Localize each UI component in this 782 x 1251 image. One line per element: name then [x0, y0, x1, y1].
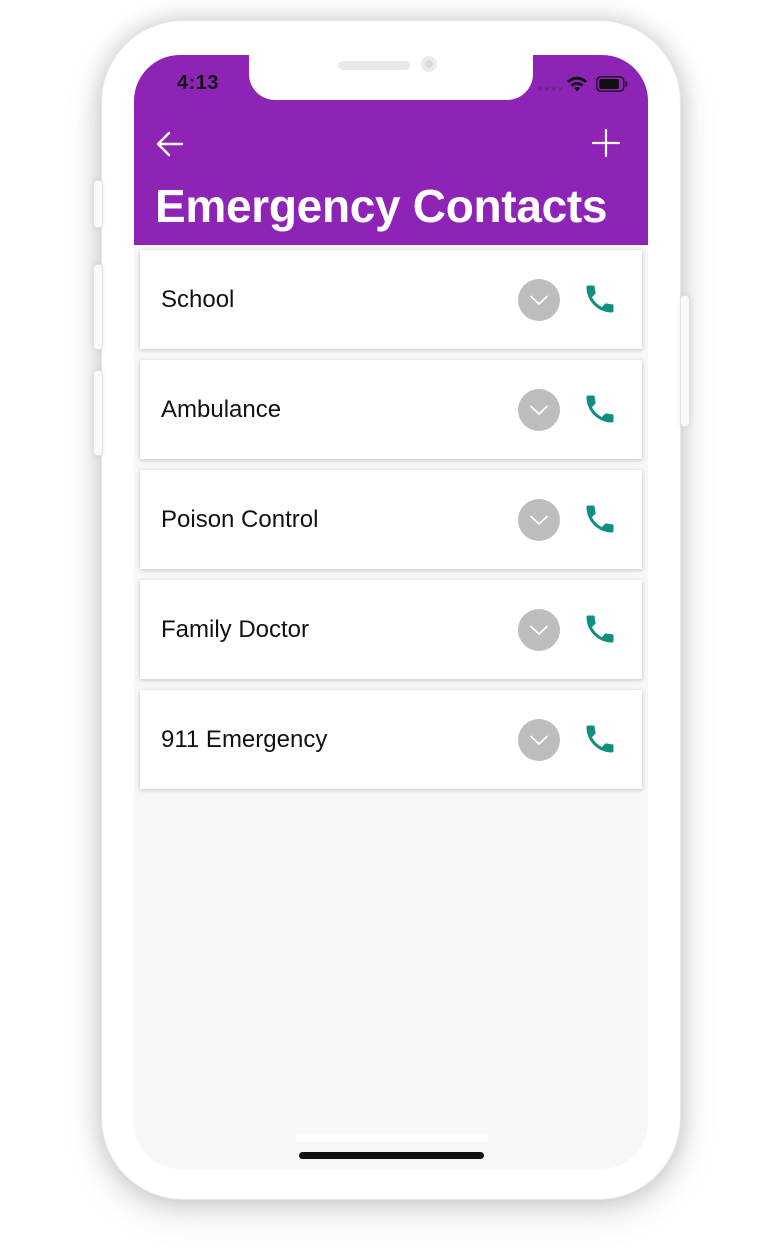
expand-button[interactable] — [518, 719, 560, 761]
wifi-icon — [567, 76, 587, 92]
chevron-down-icon — [530, 295, 548, 305]
contact-label: 911 Emergency — [161, 725, 328, 753]
power-button — [680, 295, 690, 427]
contact-card-ambulance[interactable]: Ambulance — [140, 360, 642, 459]
contact-card-school[interactable]: School — [140, 250, 642, 349]
app-screen: 4:13 Emergency Contacts School Ambulance… — [134, 55, 648, 1169]
contact-card-family-doctor[interactable]: Family Doctor — [140, 580, 642, 679]
phone-icon[interactable] — [582, 281, 618, 317]
phone-icon[interactable] — [582, 391, 618, 427]
contact-label: School — [161, 285, 235, 313]
expand-button[interactable] — [518, 389, 560, 431]
battery-icon — [596, 76, 628, 92]
plus-icon[interactable] — [590, 127, 622, 159]
status-time: 4:13 — [177, 72, 220, 94]
chevron-down-icon — [530, 515, 548, 525]
volume-up-button — [93, 264, 103, 350]
volume-down-button — [93, 370, 103, 456]
contact-label: Family Doctor — [161, 615, 310, 643]
expand-button[interactable] — [518, 499, 560, 541]
phone-icon[interactable] — [582, 611, 618, 647]
tab-bar-remnant — [296, 1134, 488, 1142]
phone-icon[interactable] — [582, 501, 618, 537]
page-title: Emergency Contacts — [155, 180, 608, 232]
chevron-down-icon — [530, 735, 548, 745]
arrow-left-icon[interactable] — [154, 128, 186, 160]
mute-switch — [93, 180, 103, 228]
contact-label: Poison Control — [161, 505, 319, 533]
expand-button[interactable] — [518, 279, 560, 321]
speaker — [338, 61, 410, 70]
app-header: 4:13 Emergency Contacts — [134, 55, 648, 245]
chevron-down-icon — [530, 405, 548, 415]
chevron-down-icon — [530, 625, 548, 635]
signal-icon — [538, 87, 563, 91]
expand-button[interactable] — [518, 609, 560, 651]
contact-label: Ambulance — [161, 395, 282, 423]
phone-icon[interactable] — [582, 721, 618, 757]
contact-list: School Ambulance Poison Control Family D… — [140, 250, 642, 800]
contact-card-911-emergency[interactable]: 911 Emergency — [140, 690, 642, 789]
contact-card-poison-control[interactable]: Poison Control — [140, 470, 642, 569]
notch — [249, 55, 533, 100]
home-indicator[interactable] — [299, 1152, 484, 1159]
page: 4:13 Emergency Contacts School Ambulance… — [0, 0, 782, 1251]
camera-icon — [421, 56, 437, 72]
